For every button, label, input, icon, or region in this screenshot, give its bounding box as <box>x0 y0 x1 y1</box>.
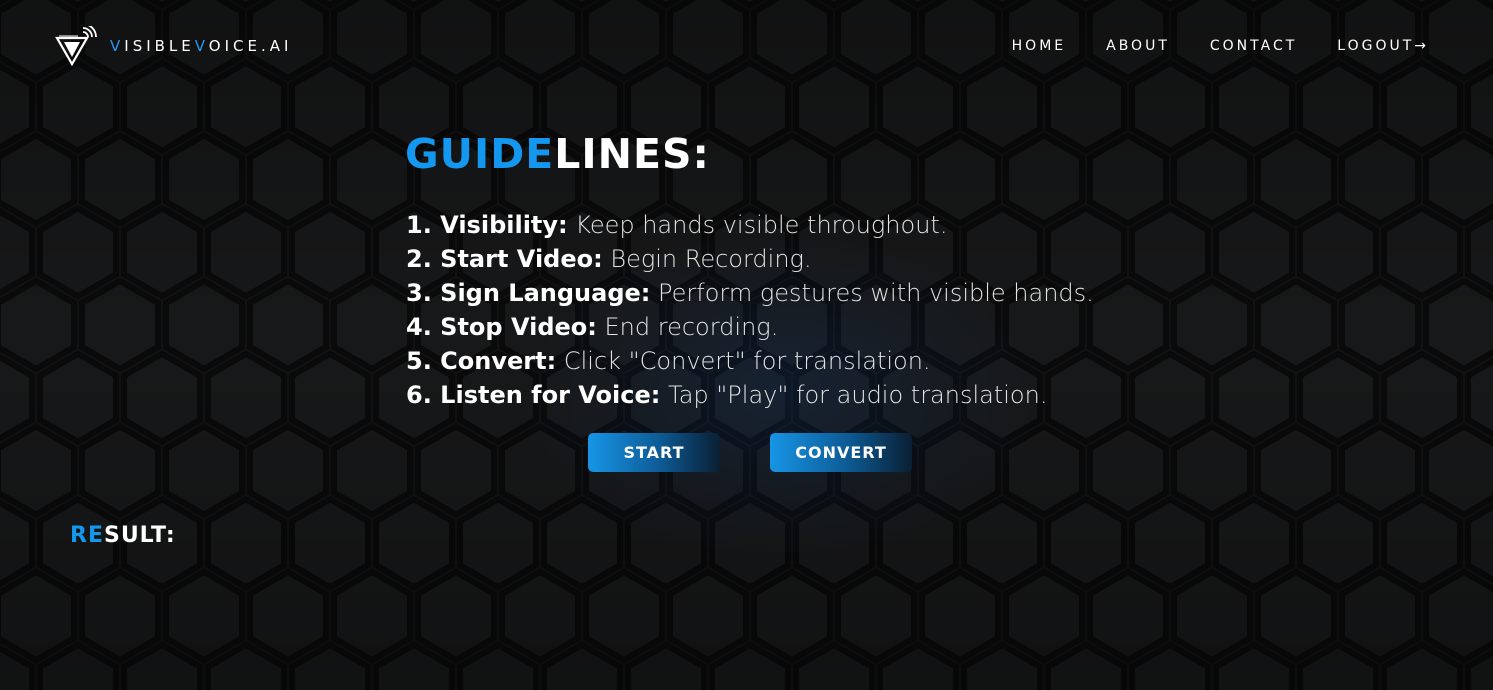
main-nav: HOME ABOUT CONTACT LOGOUT→ <box>1012 38 1429 54</box>
guidelines-title-rest: LINES: <box>554 130 710 178</box>
guideline-item: 2. Start Video: Begin Recording. <box>406 242 1094 276</box>
guidelines-list: 1. Visibility: Keep hands visible throug… <box>406 208 1094 412</box>
nav-home-link[interactable]: HOME <box>1012 38 1066 54</box>
brand-text-part1: ISIBLE <box>124 37 195 55</box>
guideline-item: 4. Stop Video: End recording. <box>406 310 1094 344</box>
nav-contact-link[interactable]: CONTACT <box>1210 38 1297 54</box>
guideline-label: 5. Convert: <box>406 347 557 375</box>
nav-logout-link[interactable]: LOGOUT→ <box>1337 38 1429 54</box>
convert-button[interactable]: CONVERT <box>770 433 912 472</box>
nav-about-link[interactable]: ABOUT <box>1106 38 1170 54</box>
guideline-desc: End recording. <box>596 313 779 341</box>
guideline-item: 5. Convert: Click "Convert" for translat… <box>406 344 1094 378</box>
brand-letter-v2: V <box>194 37 209 55</box>
guideline-label: 4. Stop Video: <box>406 313 597 341</box>
guidelines-title: GUIDELINES: <box>405 128 710 180</box>
triangle-signal-icon[interactable] <box>54 26 98 68</box>
brand-letter-v1: V <box>110 37 125 55</box>
brand-name[interactable]: VISIBLEVOICE.AI <box>110 37 292 55</box>
guideline-item: 3. Sign Language: Perform gestures with … <box>406 276 1094 310</box>
guideline-label: 2. Start Video: <box>406 245 603 273</box>
guidelines-title-highlight: GUIDE <box>405 130 555 178</box>
brand-text-part2: OICE.AI <box>208 37 293 55</box>
page: VISIBLEVOICE.AI HOME ABOUT CONTACT LOGOU… <box>0 0 1493 690</box>
guideline-desc: Perform gestures with visible hands. <box>650 279 1094 307</box>
result-title-highlight: RE <box>70 523 104 548</box>
result-title-rest: SULT: <box>103 523 176 548</box>
guideline-item: 6. Listen for Voice: Tap "Play" for audi… <box>406 378 1094 412</box>
start-button[interactable]: START <box>588 433 720 472</box>
result-title: RESULT: <box>70 522 176 550</box>
guideline-desc: Keep hands visible throughout. <box>567 211 948 239</box>
guideline-desc: Begin Recording. <box>602 245 812 273</box>
guideline-label: 1. Visibility: <box>406 211 568 239</box>
guideline-label: 6. Listen for Voice: <box>406 381 661 409</box>
guideline-desc: Click "Convert" for translation. <box>556 347 931 375</box>
guideline-desc: Tap "Play" for audio translation. <box>660 381 1048 409</box>
guideline-item: 1. Visibility: Keep hands visible throug… <box>406 208 1094 242</box>
guideline-label: 3. Sign Language: <box>406 279 651 307</box>
